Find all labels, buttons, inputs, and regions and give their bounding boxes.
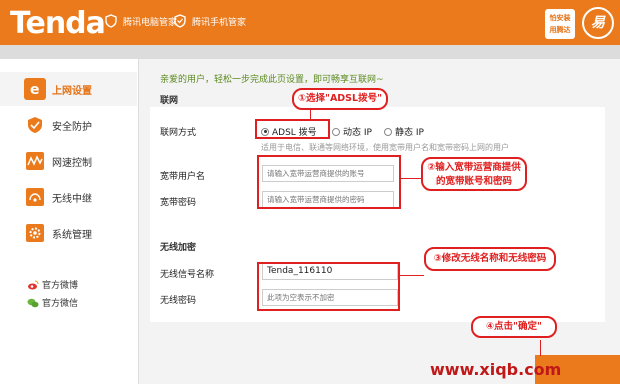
radio-static-ip[interactable]: 静态 IP	[384, 125, 424, 138]
official-weibo-link[interactable]: 官方微博	[27, 278, 78, 291]
radio-dynamic-dot	[332, 127, 340, 136]
wireless-pass-label: 无线密码	[160, 296, 197, 306]
radio-adsl-dot	[261, 127, 269, 136]
svg-text:e: e	[30, 82, 40, 97]
greeting-text: 亲爱的用户，轻松一步完成此页设置，即可畅享互联网~	[160, 75, 384, 85]
sidebar-item-system[interactable]: 系统管理	[0, 216, 137, 250]
sidebar-item-security[interactable]: 安全防护	[0, 108, 137, 142]
callout-step4: ④点击"确定"	[471, 316, 557, 338]
wechat-icon	[27, 298, 39, 307]
install-badge: 怕安装 用腾达	[545, 9, 575, 39]
broadband-user-label: 宽带用户名	[160, 172, 206, 182]
ssid-input[interactable]: Tenda_116110	[262, 263, 398, 280]
gear-icon	[24, 222, 46, 244]
top-header: Tenda 腾讯电脑管家 腾讯手机管家 怕安装 用腾达 易	[0, 0, 620, 45]
yi-logo: 易	[582, 7, 614, 39]
broadband-pass-input[interactable]	[262, 191, 394, 208]
watermark-text: www.xiqb.com	[430, 360, 562, 379]
sidebar-item-relay[interactable]: 无线中继	[0, 180, 137, 214]
radio-dynamic-ip[interactable]: 动态 IP	[332, 125, 372, 138]
arrow-2	[401, 178, 421, 179]
arrow-3	[400, 275, 424, 276]
callout-step2: ②输入宽带运营商提供的宽带账号和密码	[421, 157, 527, 191]
sidebar-item-speed[interactable]: 网速控制	[0, 144, 137, 178]
wireless-section-title: 无线加密	[160, 243, 197, 253]
conn-type-label: 联网方式	[160, 128, 197, 138]
arrow-1	[310, 110, 311, 120]
network-section-title: 联网	[160, 96, 179, 106]
tencent-phone-manager-icon	[172, 13, 188, 29]
sidebar: e 上网设置 安全防护 网速控制 无线中继 系统管理 官方微博 官方微信	[0, 59, 139, 384]
tenda-logo: Tenda	[10, 6, 106, 41]
official-wechat-link[interactable]: 官方微信	[27, 296, 78, 309]
radio-static-dot	[384, 127, 392, 136]
header-band	[0, 45, 620, 59]
shield-icon	[24, 114, 46, 136]
tencent-pc-manager-icon	[103, 13, 119, 29]
ssid-label: 无线信号名称	[160, 270, 215, 280]
callout-step3: ③修改无线名称和无线密码	[424, 247, 556, 271]
conn-hint: 适用于电信、联通等网络环境，使用宽带用户名和宽带密码上网的用户	[261, 143, 509, 152]
partner-pc-manager: 腾讯电脑管家	[103, 13, 177, 29]
weibo-icon	[28, 280, 39, 289]
wireless-pass-input[interactable]	[262, 289, 398, 306]
callout-step1: ①选择"ADSL拨号"	[292, 88, 388, 110]
radio-adsl[interactable]: ADSL 拨号	[261, 125, 317, 138]
arrow-4	[540, 340, 541, 356]
speed-wave-icon	[24, 150, 46, 172]
sidebar-item-internet[interactable]: e 上网设置	[0, 72, 137, 106]
broadband-pass-label: 宽带密码	[160, 198, 197, 208]
internet-e-icon: e	[24, 78, 46, 100]
wifi-relay-icon	[24, 186, 46, 208]
broadband-user-input[interactable]	[262, 165, 394, 182]
partner-phone-manager: 腾讯手机管家	[172, 13, 246, 29]
